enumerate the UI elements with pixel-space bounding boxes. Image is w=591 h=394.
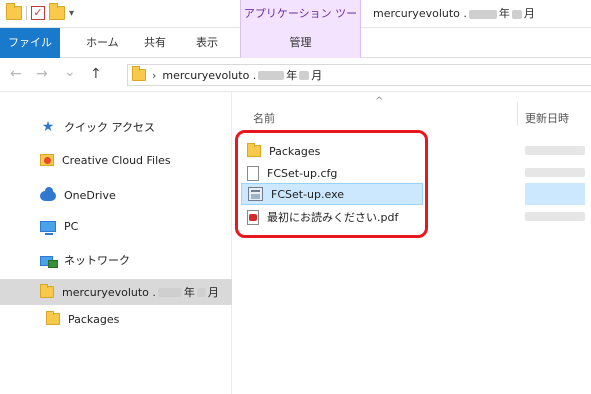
quick-access-toolbar: ✓ ▾ bbox=[6, 3, 74, 20]
breadcrumb-year: 年 bbox=[286, 69, 298, 82]
sidebar-item-label: OneDrive bbox=[64, 188, 116, 202]
breadcrumb-month: 月 bbox=[311, 69, 323, 82]
ribbon-tabs: ファイル ホーム 共有 表示 管理 bbox=[0, 28, 591, 58]
sidebar-item-label: クイック アクセス bbox=[64, 121, 155, 134]
redacted-text bbox=[196, 287, 206, 297]
redacted-text bbox=[157, 287, 182, 297]
pc-icon bbox=[40, 220, 56, 235]
redacted-date bbox=[525, 168, 585, 177]
redacted-date bbox=[525, 212, 585, 221]
redacted-date bbox=[525, 146, 585, 155]
tab-home[interactable]: ホーム bbox=[86, 28, 119, 58]
star-icon: ★ bbox=[41, 119, 55, 135]
window-title: mercuryevoluto . 年 月 bbox=[373, 0, 535, 28]
network-icon bbox=[40, 254, 58, 268]
column-header-date-modified[interactable]: 更新日時 bbox=[525, 110, 569, 126]
sidebar-item-packages[interactable]: Packages bbox=[0, 306, 232, 332]
title-bar: ✓ ▾ アプリケーション ツール mercuryevoluto . 年 月 bbox=[0, 0, 591, 48]
column-divider[interactable] bbox=[517, 102, 518, 126]
tab-share[interactable]: 共有 bbox=[144, 28, 166, 58]
folder-icon[interactable] bbox=[6, 3, 22, 20]
sidebar-item-creative-cloud[interactable]: Creative Cloud Files bbox=[0, 147, 232, 173]
window-title-month: 月 bbox=[523, 7, 535, 20]
sort-indicator-icon: ^ bbox=[375, 96, 384, 107]
sidebar-item-quick-access[interactable]: ★ クイック アクセス bbox=[0, 114, 232, 140]
navigation-pane: ★ クイック アクセス Creative Cloud Files OneDriv… bbox=[0, 92, 232, 394]
selected-row-date bbox=[525, 183, 585, 205]
highlight-callout bbox=[235, 130, 428, 238]
breadcrumb[interactable]: mercuryevoluto . 年 月 bbox=[162, 67, 322, 83]
forward-arrow-icon[interactable]: → bbox=[36, 66, 48, 82]
tab-view[interactable]: 表示 bbox=[196, 28, 218, 58]
folder-icon bbox=[46, 311, 60, 325]
address-bar[interactable]: › mercuryevoluto . 年 月 bbox=[127, 64, 591, 86]
redacted-text bbox=[258, 70, 285, 80]
sidebar-item-label: Packages bbox=[68, 312, 120, 326]
tab-file[interactable]: ファイル bbox=[0, 28, 60, 58]
recent-locations-icon[interactable]: ⌄ bbox=[64, 64, 76, 80]
window-title-prefix: mercuryevoluto . bbox=[373, 7, 467, 20]
application-tools-tab[interactable]: アプリケーション ツール bbox=[240, 0, 361, 48]
sidebar-item-label: ネットワーク bbox=[64, 254, 130, 267]
creative-cloud-icon bbox=[40, 154, 54, 166]
redacted-text bbox=[299, 70, 310, 80]
sidebar-item-onedrive[interactable]: OneDrive bbox=[0, 182, 232, 208]
redacted-text bbox=[511, 9, 522, 19]
breadcrumb-separator[interactable]: › bbox=[152, 69, 156, 82]
column-header-name[interactable]: 名前 bbox=[253, 110, 275, 126]
redacted-text bbox=[468, 9, 497, 19]
window-title-year: 年 bbox=[498, 7, 510, 20]
sidebar-item-current-folder[interactable]: mercuryevoluto . 年 月 bbox=[0, 279, 232, 305]
onedrive-icon bbox=[40, 187, 56, 201]
dropdown-icon[interactable]: ▾ bbox=[69, 8, 74, 19]
toolbar-separator bbox=[26, 6, 27, 20]
folder-icon bbox=[40, 284, 54, 298]
sidebar-item-label-prefix: mercuryevoluto . bbox=[62, 285, 156, 299]
sidebar-item-label: Creative Cloud Files bbox=[62, 153, 171, 167]
breadcrumb-prefix: mercuryevoluto . bbox=[162, 68, 257, 82]
up-arrow-icon[interactable]: ↑ bbox=[90, 66, 102, 82]
sidebar-item-label-month: 月 bbox=[207, 286, 219, 299]
check-icon[interactable]: ✓ bbox=[31, 6, 45, 20]
back-arrow-icon[interactable]: ← bbox=[10, 66, 22, 82]
tab-manage[interactable]: 管理 bbox=[240, 28, 361, 58]
address-row: ← → ⌄ ↑ › mercuryevoluto . 年 月 bbox=[0, 58, 591, 92]
sidebar-item-network[interactable]: ネットワーク bbox=[0, 247, 232, 273]
sidebar-item-pc[interactable]: PC bbox=[0, 213, 232, 239]
folder-icon bbox=[132, 66, 146, 81]
sidebar-item-label-year: 年 bbox=[183, 286, 195, 299]
folder-icon[interactable] bbox=[49, 3, 65, 20]
sidebar-item-label: PC bbox=[64, 219, 79, 233]
